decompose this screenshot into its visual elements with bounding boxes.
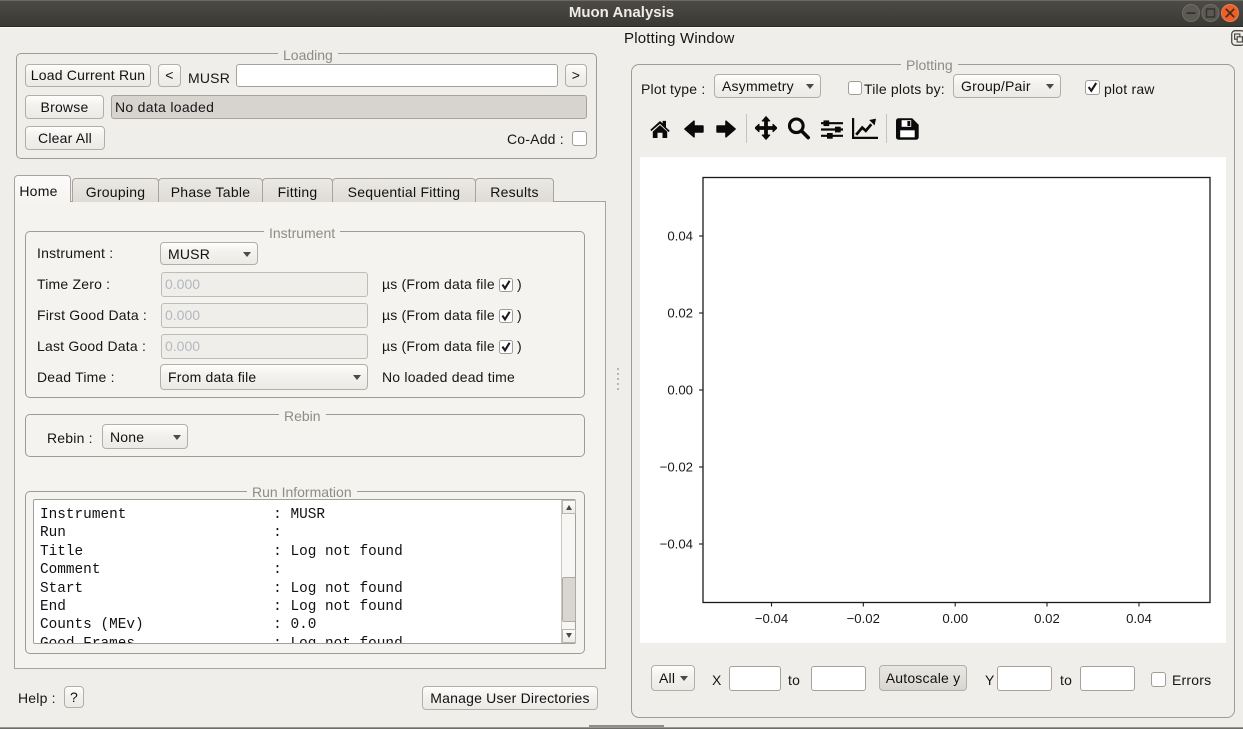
svg-text:−0.02: −0.02 xyxy=(847,611,880,626)
svg-text:0.02: 0.02 xyxy=(667,306,693,321)
svg-text:0.00: 0.00 xyxy=(667,383,693,398)
svg-text:0.00: 0.00 xyxy=(942,611,968,626)
svg-text:−0.02: −0.02 xyxy=(660,460,693,475)
svg-text:−0.04: −0.04 xyxy=(755,611,788,626)
svg-text:0.04: 0.04 xyxy=(667,229,693,244)
svg-text:−0.04: −0.04 xyxy=(660,537,693,552)
svg-text:0.04: 0.04 xyxy=(1126,611,1152,626)
svg-text:0.02: 0.02 xyxy=(1034,611,1060,626)
